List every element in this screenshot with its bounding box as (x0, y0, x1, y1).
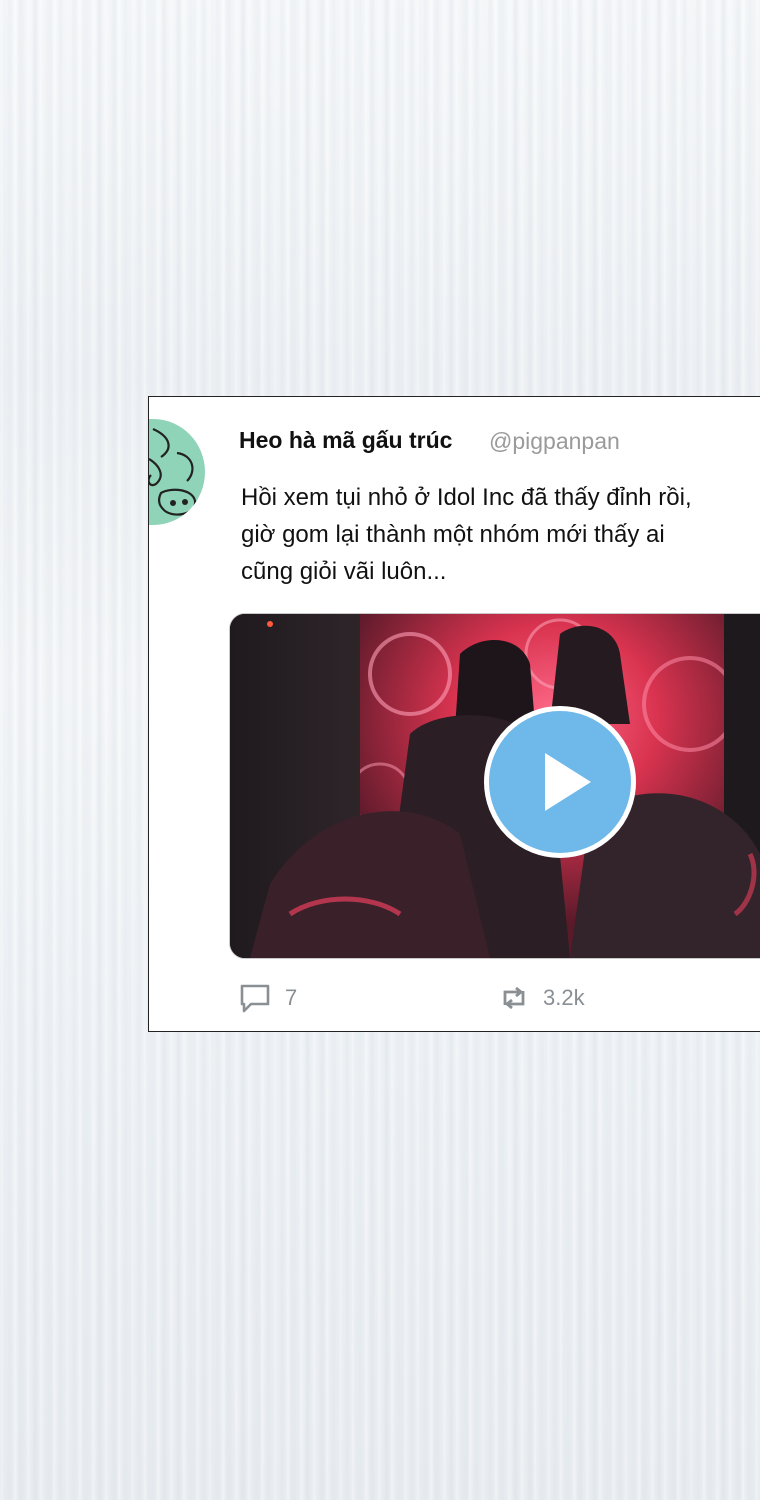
tweet-text: Hồi xem tụi nhỏ ở Idol Inc đã thấy đỉnh … (241, 479, 760, 590)
tweet-text-line: cũng giỏi vãi luôn... (241, 558, 447, 585)
tweet-actions: 7 3.2k (239, 981, 759, 1017)
avatar-drawing-icon (149, 427, 197, 516)
reply-button[interactable]: 7 (239, 981, 297, 1015)
play-button[interactable] (484, 706, 636, 858)
avatar[interactable] (149, 419, 205, 525)
reply-count: 7 (285, 985, 298, 1010)
user-handle[interactable]: @pigpanpan (489, 428, 620, 455)
retweet-button[interactable]: 3.2k (499, 981, 585, 1015)
tweet-text-line: Hồi xem tụi nhỏ ở Idol Inc đã thấy đỉnh … (241, 484, 692, 511)
reply-icon (240, 984, 270, 1013)
tweet-text-line: giờ gom lại thành một nhóm mới thấy ai (241, 521, 665, 548)
display-name[interactable]: Heo hà mã gấu trúc (239, 427, 452, 454)
retweet-icon (503, 986, 525, 1010)
tweet-card[interactable]: Heo hà mã gấu trúc @pigpanpan Hồi xem tụ… (148, 396, 760, 1032)
play-icon (545, 753, 591, 811)
retweet-count: 3.2k (543, 985, 585, 1010)
video-media[interactable] (229, 613, 760, 959)
